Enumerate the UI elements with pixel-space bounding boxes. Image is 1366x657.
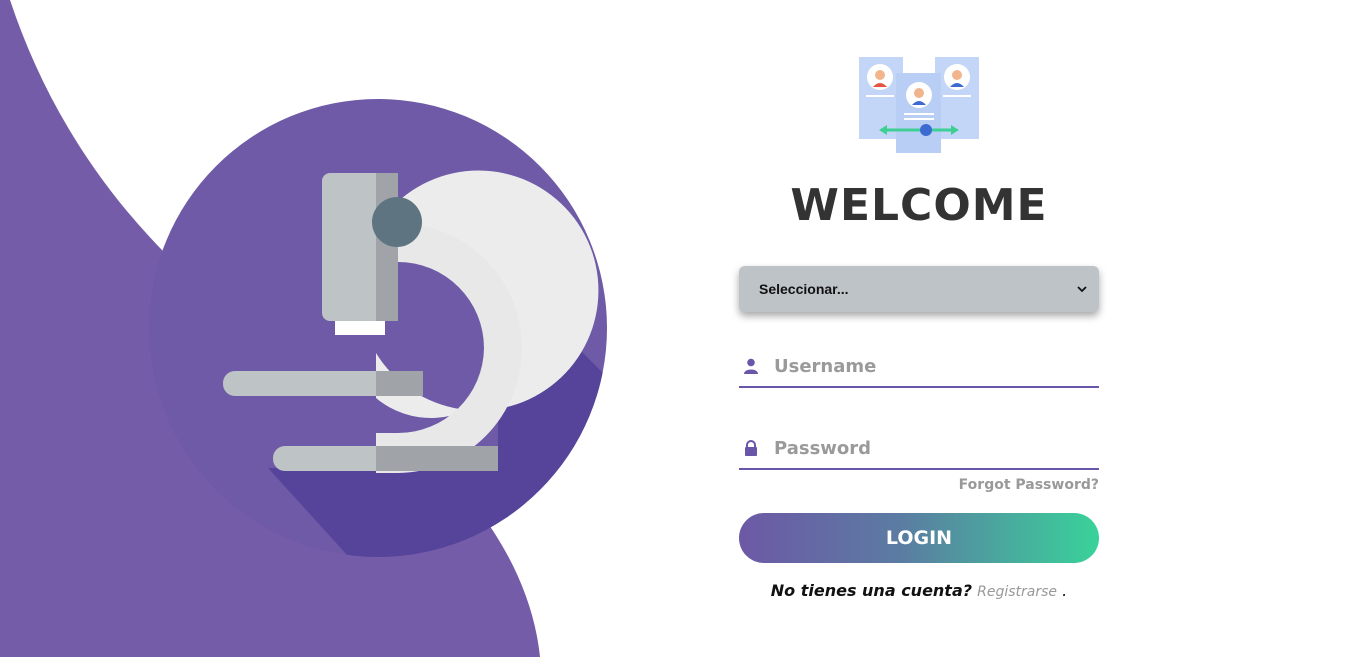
register-link[interactable]: Registrarse (977, 584, 1057, 600)
username-input[interactable] (774, 355, 1094, 377)
lock-icon (745, 440, 757, 456)
microscope-icon (149, 99, 607, 557)
password-input[interactable] (774, 437, 1094, 459)
user-profiles-icon (859, 57, 979, 153)
password-field (739, 428, 1099, 470)
signup-prompt: No tienes una cuenta? Registrarse . (739, 581, 1099, 600)
chevron-down-icon (1077, 286, 1087, 293)
user-icon (744, 358, 758, 374)
signup-suffix: . (1062, 581, 1068, 600)
username-field (739, 346, 1099, 388)
signup-question: No tienes una cuenta? (770, 581, 973, 600)
login-button[interactable]: LOGIN (739, 513, 1099, 563)
login-page: WELCOME Seleccionar... Forgot Password? … (0, 0, 1366, 657)
role-select[interactable]: Seleccionar... (739, 266, 1099, 312)
page-title: WELCOME (790, 180, 1048, 231)
role-select-value: Seleccionar... (759, 281, 849, 297)
forgot-password-link[interactable]: Forgot Password? (959, 477, 1099, 493)
